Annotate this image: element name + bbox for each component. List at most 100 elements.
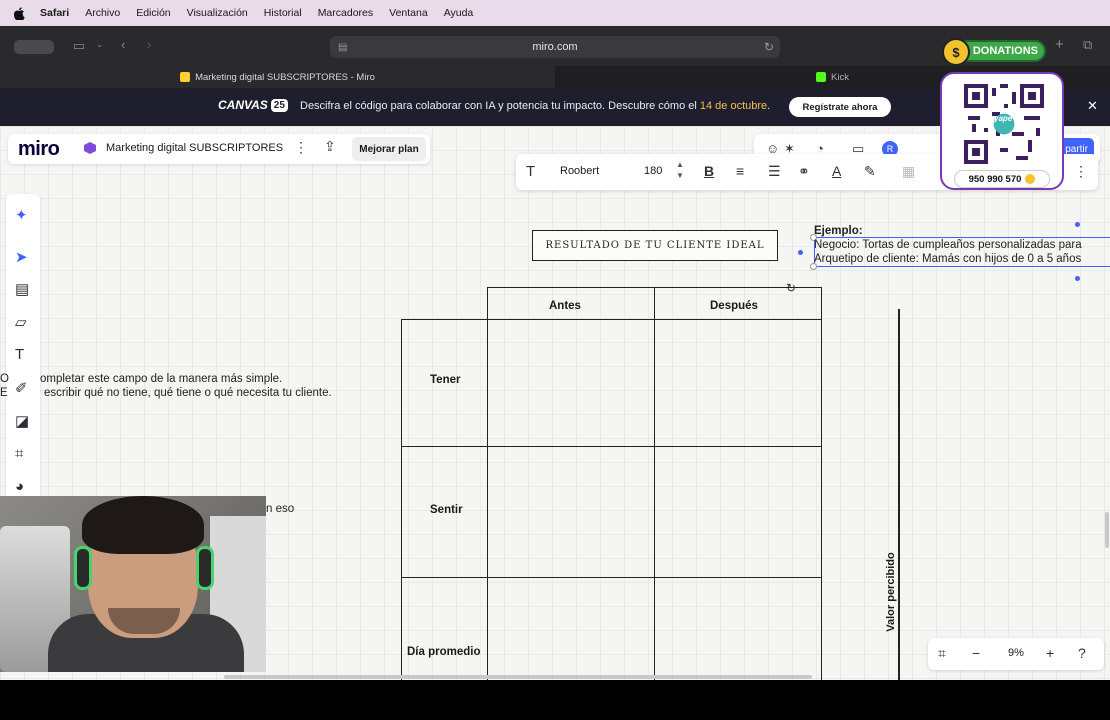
back-icon[interactable]: ‹ [121, 37, 125, 52]
example-text[interactable]: Ejemplo: Negocio: Tortas de cumpleaños p… [814, 224, 1082, 266]
menu-visualizacion[interactable]: Visualización [187, 7, 248, 19]
upgrade-button[interactable]: Mejorar plan [352, 137, 426, 161]
row-header-day: Día promedio [407, 646, 481, 658]
close-icon[interactable]: ✕ [1087, 98, 1098, 114]
vertical-scrollbar[interactable] [1105, 512, 1109, 548]
sticky-note-icon[interactable]: ▱ [15, 313, 27, 331]
table-line [487, 287, 488, 680]
select-cursor-icon[interactable]: ➤ [15, 248, 28, 266]
menu-edicion[interactable]: Edición [136, 7, 170, 19]
fit-frame-icon[interactable]: ⌗ [938, 645, 946, 662]
zoom-controls: ⌗ − 9% + ? [928, 638, 1104, 670]
person-hair [82, 496, 204, 554]
menu-ventana[interactable]: Ventana [389, 7, 428, 19]
shapes-icon[interactable]: ◪ [15, 412, 29, 430]
horizontal-scrollbar[interactable] [224, 675, 812, 679]
menu-archivo[interactable]: Archivo [85, 7, 120, 19]
register-button[interactable]: Regístrate ahora [789, 97, 891, 117]
menu-marcadores[interactable]: Marcadores [318, 7, 373, 19]
row-header-have: Tener [430, 374, 461, 386]
address-bar[interactable]: ▤ miro.com ↻ [330, 36, 780, 58]
frame-icon[interactable]: ⌗ [15, 445, 23, 462]
font-size-input[interactable]: 180 [644, 165, 662, 177]
tab-miro[interactable]: Marketing digital SUBSCRIPTORES - Miro [0, 66, 555, 88]
board-icon [84, 142, 96, 154]
headset-icon [196, 546, 214, 590]
instruction-note[interactable]: Oompletar este campo de la manera más si… [0, 372, 332, 400]
table-line [401, 319, 402, 680]
fill-color-icon[interactable]: ▦ [902, 163, 915, 180]
menu-safari[interactable]: Safari [40, 7, 69, 19]
banner-message: Descifra el código para colaborar con IA… [300, 100, 770, 112]
banner-text-end: . [767, 100, 771, 112]
link-icon[interactable]: ⚭ [798, 163, 810, 180]
selection-handle-left[interactable] [798, 250, 803, 255]
table-line [401, 577, 822, 578]
highlight-icon[interactable]: ✎ [864, 163, 876, 180]
banner-date: 14 de octubre [699, 100, 768, 112]
page-icon: ▤ [338, 41, 348, 53]
text-tool-icon[interactable]: T [15, 346, 24, 363]
headset-icon [74, 546, 92, 590]
value-axis-label: Valor percibido [885, 552, 897, 632]
miro-logo[interactable]: miro [18, 138, 60, 161]
miro-favicon-icon [180, 72, 191, 82]
instruction-text-2: escribir qué no tiene, qué tiene o qué n… [44, 387, 332, 399]
bold-icon[interactable]: B [704, 163, 714, 179]
tab-overview-icon[interactable]: ⧉ [1083, 37, 1092, 53]
left-toolbar: ✦ ➤ ▤ ▱ T ✐ ◪ ⌗ ◕ [6, 194, 40, 500]
canva-logo-number: 25 [270, 98, 288, 112]
more-options-icon[interactable]: ⋮ [294, 139, 308, 156]
text-color-icon[interactable]: A [832, 163, 841, 179]
zoom-in-icon[interactable]: + [1046, 645, 1054, 661]
menu-historial[interactable]: Historial [264, 7, 302, 19]
screen-border [0, 680, 1110, 720]
reload-icon[interactable]: ↻ [764, 40, 774, 54]
instruction-line-2: Eescribir qué no tiene, qué tiene o qué … [0, 387, 332, 399]
board-title[interactable]: Marketing digital SUBSCRIPTORES [106, 142, 283, 154]
table-line [401, 446, 822, 447]
sidebar-toggle-icon[interactable]: ▭ [73, 38, 85, 54]
dollar-coin-icon: $ [942, 38, 970, 66]
menu-ayuda[interactable]: Ayuda [444, 7, 474, 19]
kick-favicon-icon [816, 72, 827, 82]
help-icon[interactable]: ? [1078, 645, 1086, 661]
apple-icon[interactable] [14, 6, 28, 20]
column-header-before: Antes [549, 300, 581, 312]
yape-logo: yape [994, 114, 1013, 123]
zoom-out-icon[interactable]: − [972, 645, 980, 661]
font-size-stepper[interactable]: ▲ ▼ [676, 159, 684, 181]
canva-logo: CANVAS 25 [218, 98, 288, 112]
example-heading: Ejemplo: [814, 225, 863, 237]
zoom-level[interactable]: 9% [1008, 647, 1024, 659]
banner-text: Descifra el código para colaborar con IA… [300, 100, 700, 112]
align-icon[interactable]: ≡ [736, 163, 744, 179]
templates-icon[interactable]: ▤ [15, 280, 29, 298]
ai-sparkle-icon[interactable]: ✦ [15, 206, 28, 224]
instruction-line-1: Oompletar este campo de la manera más si… [0, 373, 283, 385]
export-icon[interactable]: ⇪ [324, 138, 336, 155]
instruction-text-1: ompletar este campo de la manera más sim… [40, 373, 283, 385]
table-line [401, 319, 822, 320]
example-line-1: Negocio: Tortas de cumpleaños personaliz… [814, 239, 1082, 251]
example-line-2: Arquetipo de cliente: Mamás con hijos de… [814, 253, 1082, 265]
phone-number: 950 990 570 [968, 173, 1022, 185]
column-header-after: Después [710, 300, 758, 312]
macos-menubar: Safari Archivo Edición Visualización His… [0, 0, 1110, 26]
font-selector[interactable]: Roobert [560, 165, 599, 177]
table-line [821, 287, 822, 680]
forward-icon[interactable]: › [147, 37, 151, 52]
apps-icon[interactable]: ◕ [15, 478, 24, 495]
window-controls[interactable] [14, 40, 54, 54]
list-icon[interactable]: ☰ [768, 163, 781, 180]
selection-handle-bottom[interactable] [1075, 276, 1080, 281]
chevron-down-icon[interactable]: ⌄ [96, 39, 104, 50]
webcam-overlay [0, 496, 266, 672]
rotate-icon[interactable]: ↻ [786, 281, 796, 295]
result-title-box[interactable]: RESULTADO DE TU CLIENTE IDEAL [532, 230, 778, 261]
new-tab-icon[interactable]: + [1055, 36, 1064, 53]
instruction-fragment[interactable]: n eso [266, 503, 294, 515]
more-icon[interactable]: ⋮ [1074, 163, 1088, 180]
text-type-icon[interactable]: T [526, 163, 535, 180]
canva-logo-text: CANVAS [218, 98, 268, 112]
